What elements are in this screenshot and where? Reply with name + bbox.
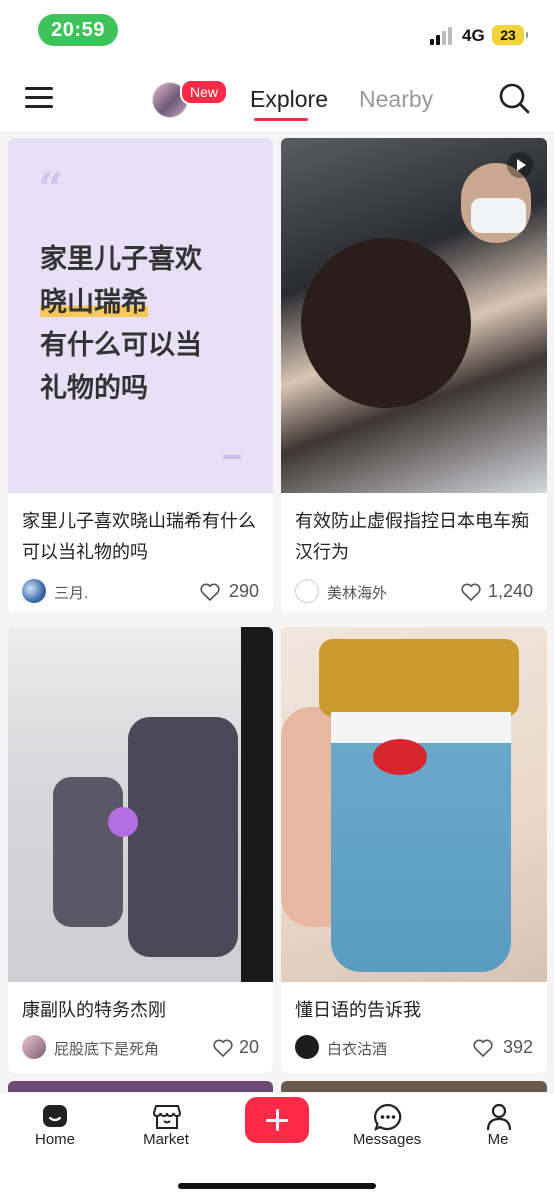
heart-icon[interactable]: [473, 1039, 493, 1057]
home-indicator: [178, 1183, 376, 1189]
feed-card[interactable]: 康副队的特务杰刚 屁股底下是死角 20: [8, 627, 273, 1073]
heart-icon[interactable]: [213, 1039, 233, 1057]
bottom-nav: Home Market Messages Me: [0, 1092, 554, 1201]
feed-card[interactable]: “ 家里儿子喜欢 晓山瑞希 有什么可以当 礼物的吗 家里儿子喜欢晓山瑞希有什么可…: [8, 138, 273, 612]
author-name[interactable]: 白衣沽酒: [327, 1038, 387, 1059]
like-count: 1,240: [487, 581, 533, 601]
nav-market-label: Market: [143, 1131, 189, 1148]
nav-me-label: Me: [487, 1131, 509, 1148]
author-avatar[interactable]: [22, 1035, 46, 1059]
nav-home-label: Home: [34, 1131, 75, 1148]
status-time: 20:59: [38, 14, 118, 46]
card-cover-image: [281, 138, 547, 493]
nav-me[interactable]: Me: [448, 1093, 548, 1163]
new-badge: New: [180, 79, 229, 105]
tab-explore[interactable]: Explore: [250, 86, 328, 113]
author-avatar[interactable]: [295, 1035, 319, 1059]
nav-messages[interactable]: Messages: [337, 1093, 437, 1163]
top-header: New Explore Nearby: [0, 62, 554, 133]
battery-icon: 23: [492, 25, 528, 45]
author-name[interactable]: 屁股底下是死角: [54, 1038, 159, 1059]
tab-active-indicator: [254, 118, 308, 121]
signal-icon: [430, 27, 456, 45]
card-cover-image: [8, 627, 273, 982]
quote-icon: “: [38, 164, 64, 215]
card-title: 懂日语的告诉我: [295, 1000, 421, 1020]
author-name[interactable]: 三月.: [54, 582, 88, 603]
heart-icon[interactable]: [200, 583, 220, 601]
network-type: 4G: [462, 26, 485, 45]
nav-messages-label: Messages: [352, 1131, 422, 1148]
quote-cover: “ 家里儿子喜欢 晓山瑞希 有什么可以当 礼物的吗: [8, 138, 273, 493]
home-icon: [43, 1105, 67, 1127]
nav-market[interactable]: Market: [116, 1093, 216, 1163]
nav-home[interactable]: Home: [5, 1093, 105, 1163]
tab-nearby[interactable]: Nearby: [359, 86, 433, 113]
author-avatar[interactable]: [295, 579, 319, 603]
play-icon: [507, 152, 533, 178]
feed-card[interactable]: 有效防止虚假指控日本电车痴汉行为 美林海外 1,240: [281, 138, 547, 612]
author-name[interactable]: 美林海外: [327, 582, 387, 603]
card-cover-image: [281, 627, 547, 982]
card-title: 有效防止虚假指控日本电车痴汉行为: [295, 511, 529, 562]
card-title: 家里儿子喜欢晓山瑞希有什么可以当礼物的吗: [22, 511, 256, 562]
like-count: 290: [228, 581, 259, 601]
card-title: 康副队的特务杰刚: [22, 1000, 166, 1020]
like-count: 392: [502, 1037, 533, 1057]
plus-icon-bar: [266, 1118, 288, 1122]
heart-icon[interactable]: [461, 583, 481, 601]
author-avatar[interactable]: [22, 579, 46, 603]
menu-icon[interactable]: [25, 87, 53, 109]
battery-level: 23: [500, 27, 516, 43]
market-icon: [152, 1105, 182, 1129]
plus-button[interactable]: [245, 1097, 309, 1143]
decor-dash: [223, 455, 241, 459]
like-count: 20: [238, 1037, 259, 1057]
feed-card[interactable]: 懂日语的告诉我 白衣沽酒 392: [281, 627, 547, 1073]
messages-icon: [373, 1103, 402, 1131]
search-icon[interactable]: [498, 82, 530, 114]
quote-text: 家里儿子喜欢 晓山瑞希 有什么可以当 礼物的吗: [40, 244, 202, 403]
status-bar: 20:59 4G 23: [0, 0, 554, 62]
me-icon: [486, 1103, 512, 1131]
